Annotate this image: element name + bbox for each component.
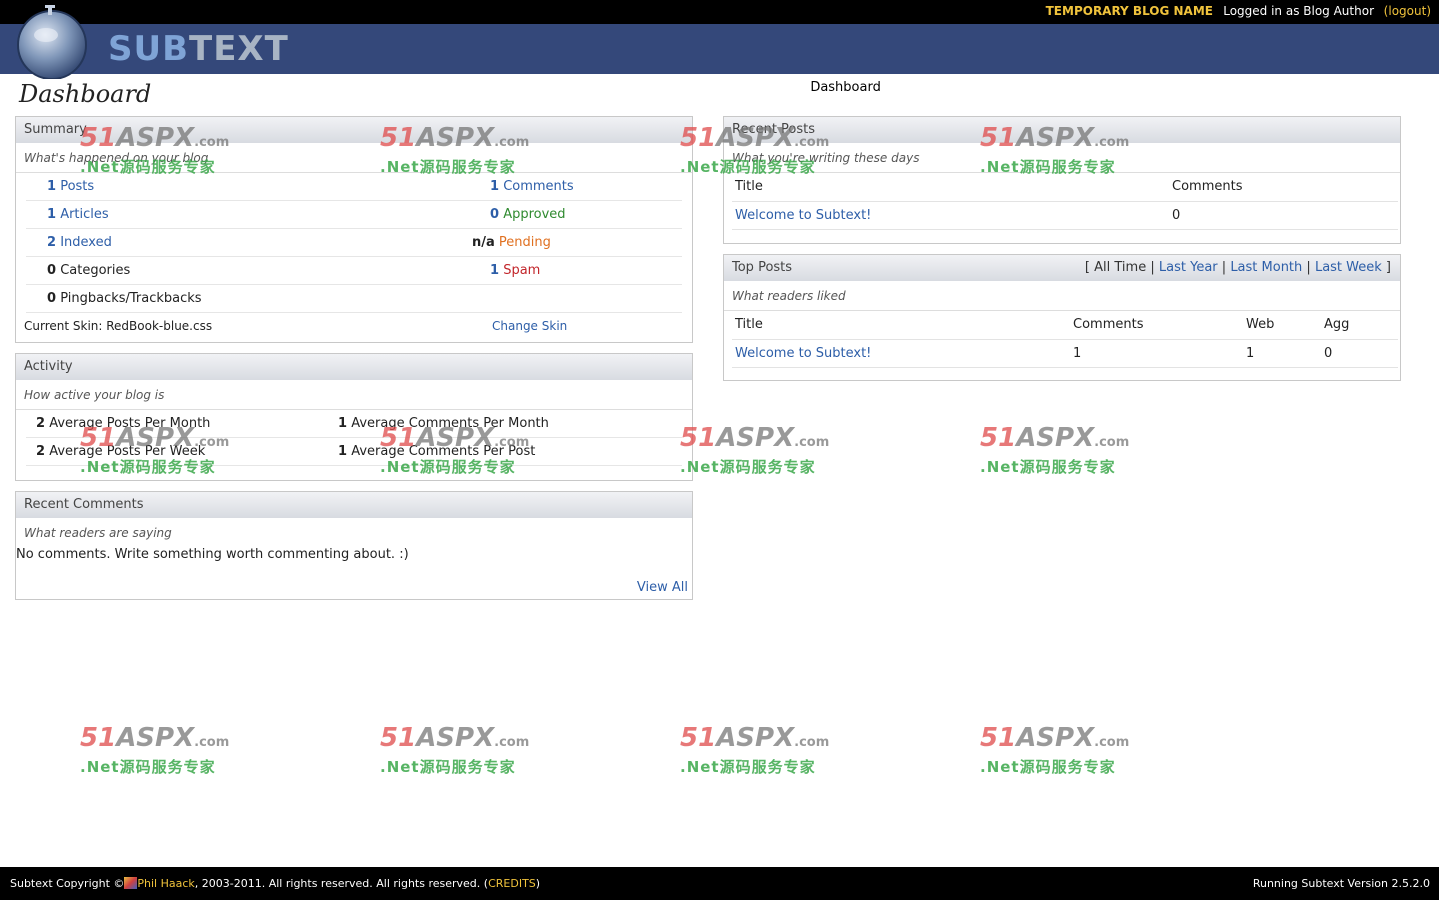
blog-name[interactable]: TEMPORARY BLOG NAME [1046, 4, 1213, 18]
summary-panel: Summary What's happened on your blog 1 P… [15, 116, 693, 343]
comments-stat[interactable]: 1 Comments [490, 173, 574, 201]
top-posts-title: Top Posts [732, 260, 793, 275]
recent-posts-heading: Recent Posts [724, 117, 1400, 143]
summary-row: 2 Indexed n/a Pending [26, 229, 682, 257]
categories-stat: 0 Categories [47, 263, 131, 278]
no-comments-text: No comments. Write something worth comme… [16, 547, 409, 562]
summary-row: 0 Categories 1 Spam [26, 257, 682, 285]
avg-posts-month: 2 Average Posts Per Month [36, 416, 211, 431]
logo-wordmark: SUBTEXT [108, 29, 289, 69]
current-skin: Current Skin: RedBook-blue.css [24, 319, 213, 333]
recent-comments-heading: Recent Comments [16, 492, 692, 518]
post-agg: 0 [1321, 339, 1398, 368]
logout-label[interactable]: logout [1388, 4, 1426, 18]
top-posts-subtitle: What readers liked [724, 281, 1400, 311]
table-header: Title Comments [732, 173, 1398, 202]
activity-row: 2 Average Posts Per Week 1 Average Comme… [26, 438, 682, 466]
top-posts-filters: [ All Time | Last Year | Last Month | La… [1084, 260, 1391, 275]
column-agg: Agg [1321, 311, 1398, 340]
filter-all-time[interactable]: All Time [1094, 260, 1146, 275]
column-comments: Comments [1070, 311, 1243, 340]
approved-stat[interactable]: 0 Approved [490, 201, 566, 229]
filter-last-month[interactable]: Last Month [1230, 260, 1302, 275]
activity-panel: Activity How active your blog is 2 Avera… [15, 353, 693, 481]
column-web: Web [1243, 311, 1321, 340]
logout-link[interactable]: (logout) [1384, 4, 1431, 18]
activity-subtitle: How active your blog is [16, 380, 692, 410]
watermark: 51ASPX.com .Net源码服务专家 [680, 723, 830, 776]
recent-posts-table: Title Comments Welcome to Subtext! 0 [732, 173, 1398, 230]
top-posts-heading: Top Posts [ All Time | Last Year | Last … [724, 255, 1400, 281]
credits-link[interactable]: CREDITS [488, 877, 536, 890]
tab-galleries[interactable]: Galleries [1285, 74, 1374, 98]
pingbacks-stat: 0 Pingbacks/Trackbacks [47, 291, 202, 306]
post-comments: 1 [1070, 339, 1243, 368]
submarine-icon [17, 5, 87, 80]
skin-row: Current Skin: RedBook-blue.css Change Sk… [16, 313, 692, 339]
watermark: 51ASPX.com .Net源码服务专家 [980, 423, 1130, 476]
spam-stat[interactable]: 1 Spam [490, 257, 540, 285]
column-title: Title [732, 311, 1070, 340]
articles-stat[interactable]: 1 Articles [47, 201, 109, 229]
filter-last-week[interactable]: Last Week [1315, 260, 1382, 275]
top-posts-panel: Top Posts [ All Time | Last Year | Last … [723, 254, 1401, 381]
summary-row: 0 Pingbacks/Trackbacks [26, 285, 682, 313]
footer-copyright: Subtext Copyright © Phil Haack, 2003-2011… [10, 877, 541, 890]
posts-stat[interactable]: 1 Posts [47, 173, 94, 201]
column-comments: Comments [1169, 173, 1398, 202]
watermark: 51ASPX.com .Net源码服务专家 [680, 423, 830, 476]
recent-posts-panel: Recent Posts What you're writing these d… [723, 116, 1401, 244]
tab-dashboard[interactable]: Dashboard [794, 74, 897, 98]
summary-row: 1 Articles 0 Approved [26, 201, 682, 229]
post-title-link[interactable]: Welcome to Subtext! [735, 346, 871, 361]
tab-options[interactable]: Options [897, 74, 979, 98]
activity-row: 2 Average Posts Per Month 1 Average Comm… [26, 410, 682, 438]
footer-version: Running Subtext Version 2.5.2.0 [1252, 877, 1430, 890]
recent-comments-panel: Recent Comments What readers are saying … [15, 491, 693, 600]
main-nav: Dashboard Options Posts Articles Feedbac… [794, 74, 1439, 98]
tab-stats[interactable]: Stats [1374, 74, 1439, 98]
tab-posts[interactable]: Posts [979, 74, 1045, 98]
watermark: 51ASPX.com .Net源码服务专家 [980, 723, 1130, 776]
author-avatar-icon [124, 877, 138, 889]
page-title: Dashboard [19, 80, 152, 108]
recent-comments-subtitle: What readers are saying [24, 526, 172, 540]
pending-stat[interactable]: n/a Pending [472, 229, 551, 257]
avg-comments-post: 1 Average Comments Per Post [338, 444, 536, 459]
author-link[interactable]: Phil Haack [137, 877, 194, 890]
table-row: Welcome to Subtext! 1 1 0 [732, 339, 1398, 368]
activity-heading: Activity [16, 354, 692, 380]
subtext-logo[interactable]: SUBTEXT [12, 5, 288, 80]
summary-row: 1 Posts 1 Comments [26, 173, 682, 201]
tab-links[interactable]: Links [1219, 74, 1284, 98]
post-web: 1 [1243, 339, 1321, 368]
tab-articles[interactable]: Articles [1045, 74, 1125, 98]
top-posts-table: Title Comments Web Agg Welcome to Subtex… [732, 311, 1398, 368]
filter-last-year[interactable]: Last Year [1159, 260, 1218, 275]
avg-posts-week: 2 Average Posts Per Week [36, 444, 206, 459]
indexed-stat[interactable]: 2 Indexed [47, 229, 112, 257]
summary-subtitle: What's happened on your blog [16, 143, 692, 173]
watermark: 51ASPX.com .Net源码服务专家 [80, 723, 230, 776]
table-header: Title Comments Web Agg [732, 311, 1398, 340]
avg-comments-month: 1 Average Comments Per Month [338, 416, 549, 431]
table-row: Welcome to Subtext! 0 [732, 201, 1398, 230]
post-title-link[interactable]: Welcome to Subtext! [735, 208, 871, 223]
view-all-link[interactable]: View All [637, 580, 688, 595]
recent-posts-subtitle: What you're writing these days [724, 143, 1400, 173]
logged-in-text: Logged in as Blog Author [1223, 4, 1374, 18]
watermark: 51ASPX.com .Net源码服务专家 [380, 723, 530, 776]
column-title: Title [732, 173, 1169, 202]
post-comments: 0 [1169, 201, 1398, 230]
change-skin-link[interactable]: Change Skin [492, 313, 567, 339]
summary-heading: Summary [16, 117, 692, 143]
footer: Subtext Copyright © Phil Haack, 2003-2011… [0, 867, 1439, 900]
tab-feedback[interactable]: Feedback [1125, 74, 1219, 98]
